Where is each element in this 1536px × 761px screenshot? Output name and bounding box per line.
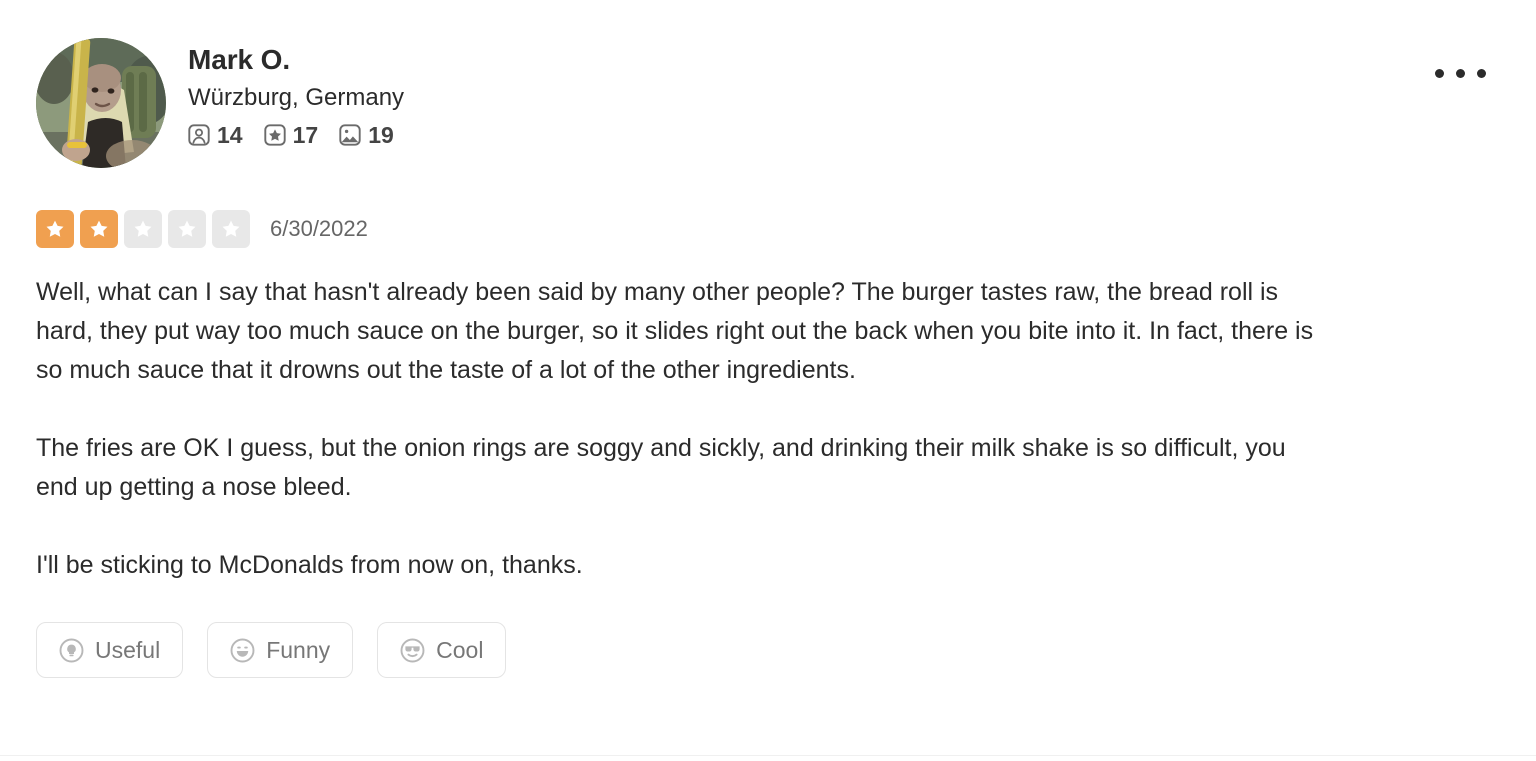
star-empty-icon (168, 210, 206, 248)
review-actions: Useful Funny Cool (36, 622, 1500, 678)
stat-photos-value: 19 (368, 121, 394, 148)
kebab-dot-icon (1435, 69, 1444, 78)
review-date: 6/30/2022 (270, 216, 368, 241)
star-rating (36, 210, 250, 248)
funny-button-label: Funny (266, 636, 331, 663)
star-empty-icon (212, 210, 250, 248)
rating-row: 6/30/2022 (36, 210, 1500, 248)
stat-reviews[interactable]: 17 (263, 121, 319, 148)
card-divider (0, 755, 1536, 756)
star-filled-icon (36, 210, 74, 248)
star-empty-icon (124, 210, 162, 248)
useful-button-label: Useful (95, 636, 161, 663)
user-location: Würzburg, Germany (188, 84, 405, 112)
stat-friends[interactable]: 14 (188, 121, 243, 148)
cool-button[interactable]: Cool (377, 622, 507, 678)
review-paragraph: Well, what can I say that hasn't already… (36, 278, 1314, 384)
user-name[interactable]: Mark O. (188, 44, 1500, 75)
funny-button[interactable]: Funny (207, 622, 354, 678)
stat-photos[interactable]: 19 (339, 121, 394, 148)
reviews-star-icon (263, 124, 286, 146)
cool-button-label: Cool (436, 636, 484, 663)
review-card: Mark O. Würzburg, Germany 14 17 19 6/30/… (0, 0, 1536, 761)
review-paragraph: The fries are OK I guess, but the onion … (36, 434, 1286, 501)
kebab-dot-icon (1456, 69, 1465, 78)
review-header: Mark O. Würzburg, Germany 14 17 19 (36, 38, 1500, 168)
friends-icon (188, 124, 210, 146)
photos-icon (339, 124, 361, 146)
smiley-sunglasses-icon (400, 638, 425, 663)
smiley-laugh-icon (230, 638, 255, 663)
kebab-dot-icon (1477, 69, 1486, 78)
star-filled-icon (80, 210, 118, 248)
more-options-button[interactable] (1429, 63, 1492, 84)
review-paragraph: I'll be sticking to McDonalds from now o… (36, 551, 583, 579)
user-stats: 14 17 19 (188, 121, 1500, 148)
avatar[interactable] (36, 38, 166, 168)
useful-button[interactable]: Useful (36, 622, 184, 678)
user-meta: Mark O. Würzburg, Germany 14 17 19 (188, 38, 1500, 147)
review-text: Well, what can I say that hasn't already… (36, 273, 1321, 585)
stat-friends-value: 14 (217, 121, 243, 148)
stat-reviews-value: 17 (292, 121, 319, 148)
lightbulb-icon (59, 638, 84, 663)
